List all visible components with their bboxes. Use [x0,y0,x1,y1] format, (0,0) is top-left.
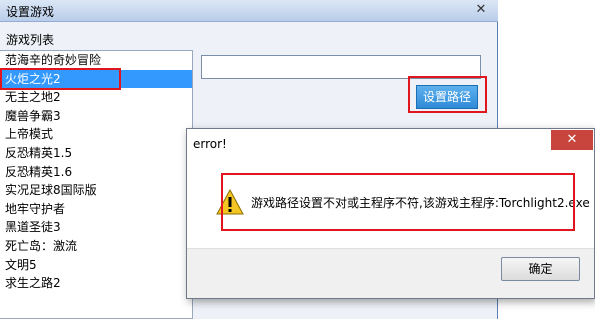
dialog-titlebar: error! ✕ [187,129,594,159]
game-list-item[interactable]: 反恐精英1.5 [0,144,192,163]
game-list-item[interactable]: 死亡岛：激流 [0,237,192,256]
error-dialog: error! ✕ 游戏路径设置不对或主程序不符,该游戏主程序:Torchligh… [186,128,595,299]
game-list-label: 游戏列表 [6,33,55,47]
game-list-item[interactable]: 上帝模式 [0,125,192,144]
dialog-title: error! [193,137,227,151]
game-list-item[interactable]: 实况足球8国际版 [0,181,192,200]
window-titlebar: 设置游戏 ✕ [0,0,498,22]
game-list[interactable]: 范海辛的奇妙冒险 火炬之光2 无主之地2 魔兽争霸3 上帝模式 反恐精英1.5 反恐精英1.… [0,50,193,319]
game-list-item[interactable]: 求生之路2 [0,274,192,293]
game-list-item[interactable]: 魔兽争霸3 [0,107,192,126]
window-title: 设置游戏 [6,5,55,19]
game-list-item[interactable]: 反恐精英1.6 [0,163,192,182]
game-list-item[interactable]: 范海辛的奇妙冒险 [0,51,192,70]
game-list-item[interactable]: 黑道圣徒3 [0,218,192,237]
set-path-button[interactable]: 设置路径 [416,85,478,109]
game-list-item[interactable]: 地牢守护者 [0,200,192,219]
warning-icon [216,189,244,215]
dialog-close-icon[interactable]: ✕ [551,130,593,150]
game-list-item[interactable]: 火炬之光2 [0,69,192,89]
game-path-input[interactable] [201,55,481,79]
window-close-icon[interactable]: ✕ [472,2,490,18]
ok-button[interactable]: 确定 [501,257,580,281]
error-message: 游戏路径设置不对或主程序不符,该游戏主程序:Torchlight2.exe [251,196,590,210]
game-list-item[interactable]: 文明5 [0,256,192,275]
game-list-item[interactable]: 无主之地2 [0,88,192,107]
dialog-footer: 确定 [187,248,594,298]
